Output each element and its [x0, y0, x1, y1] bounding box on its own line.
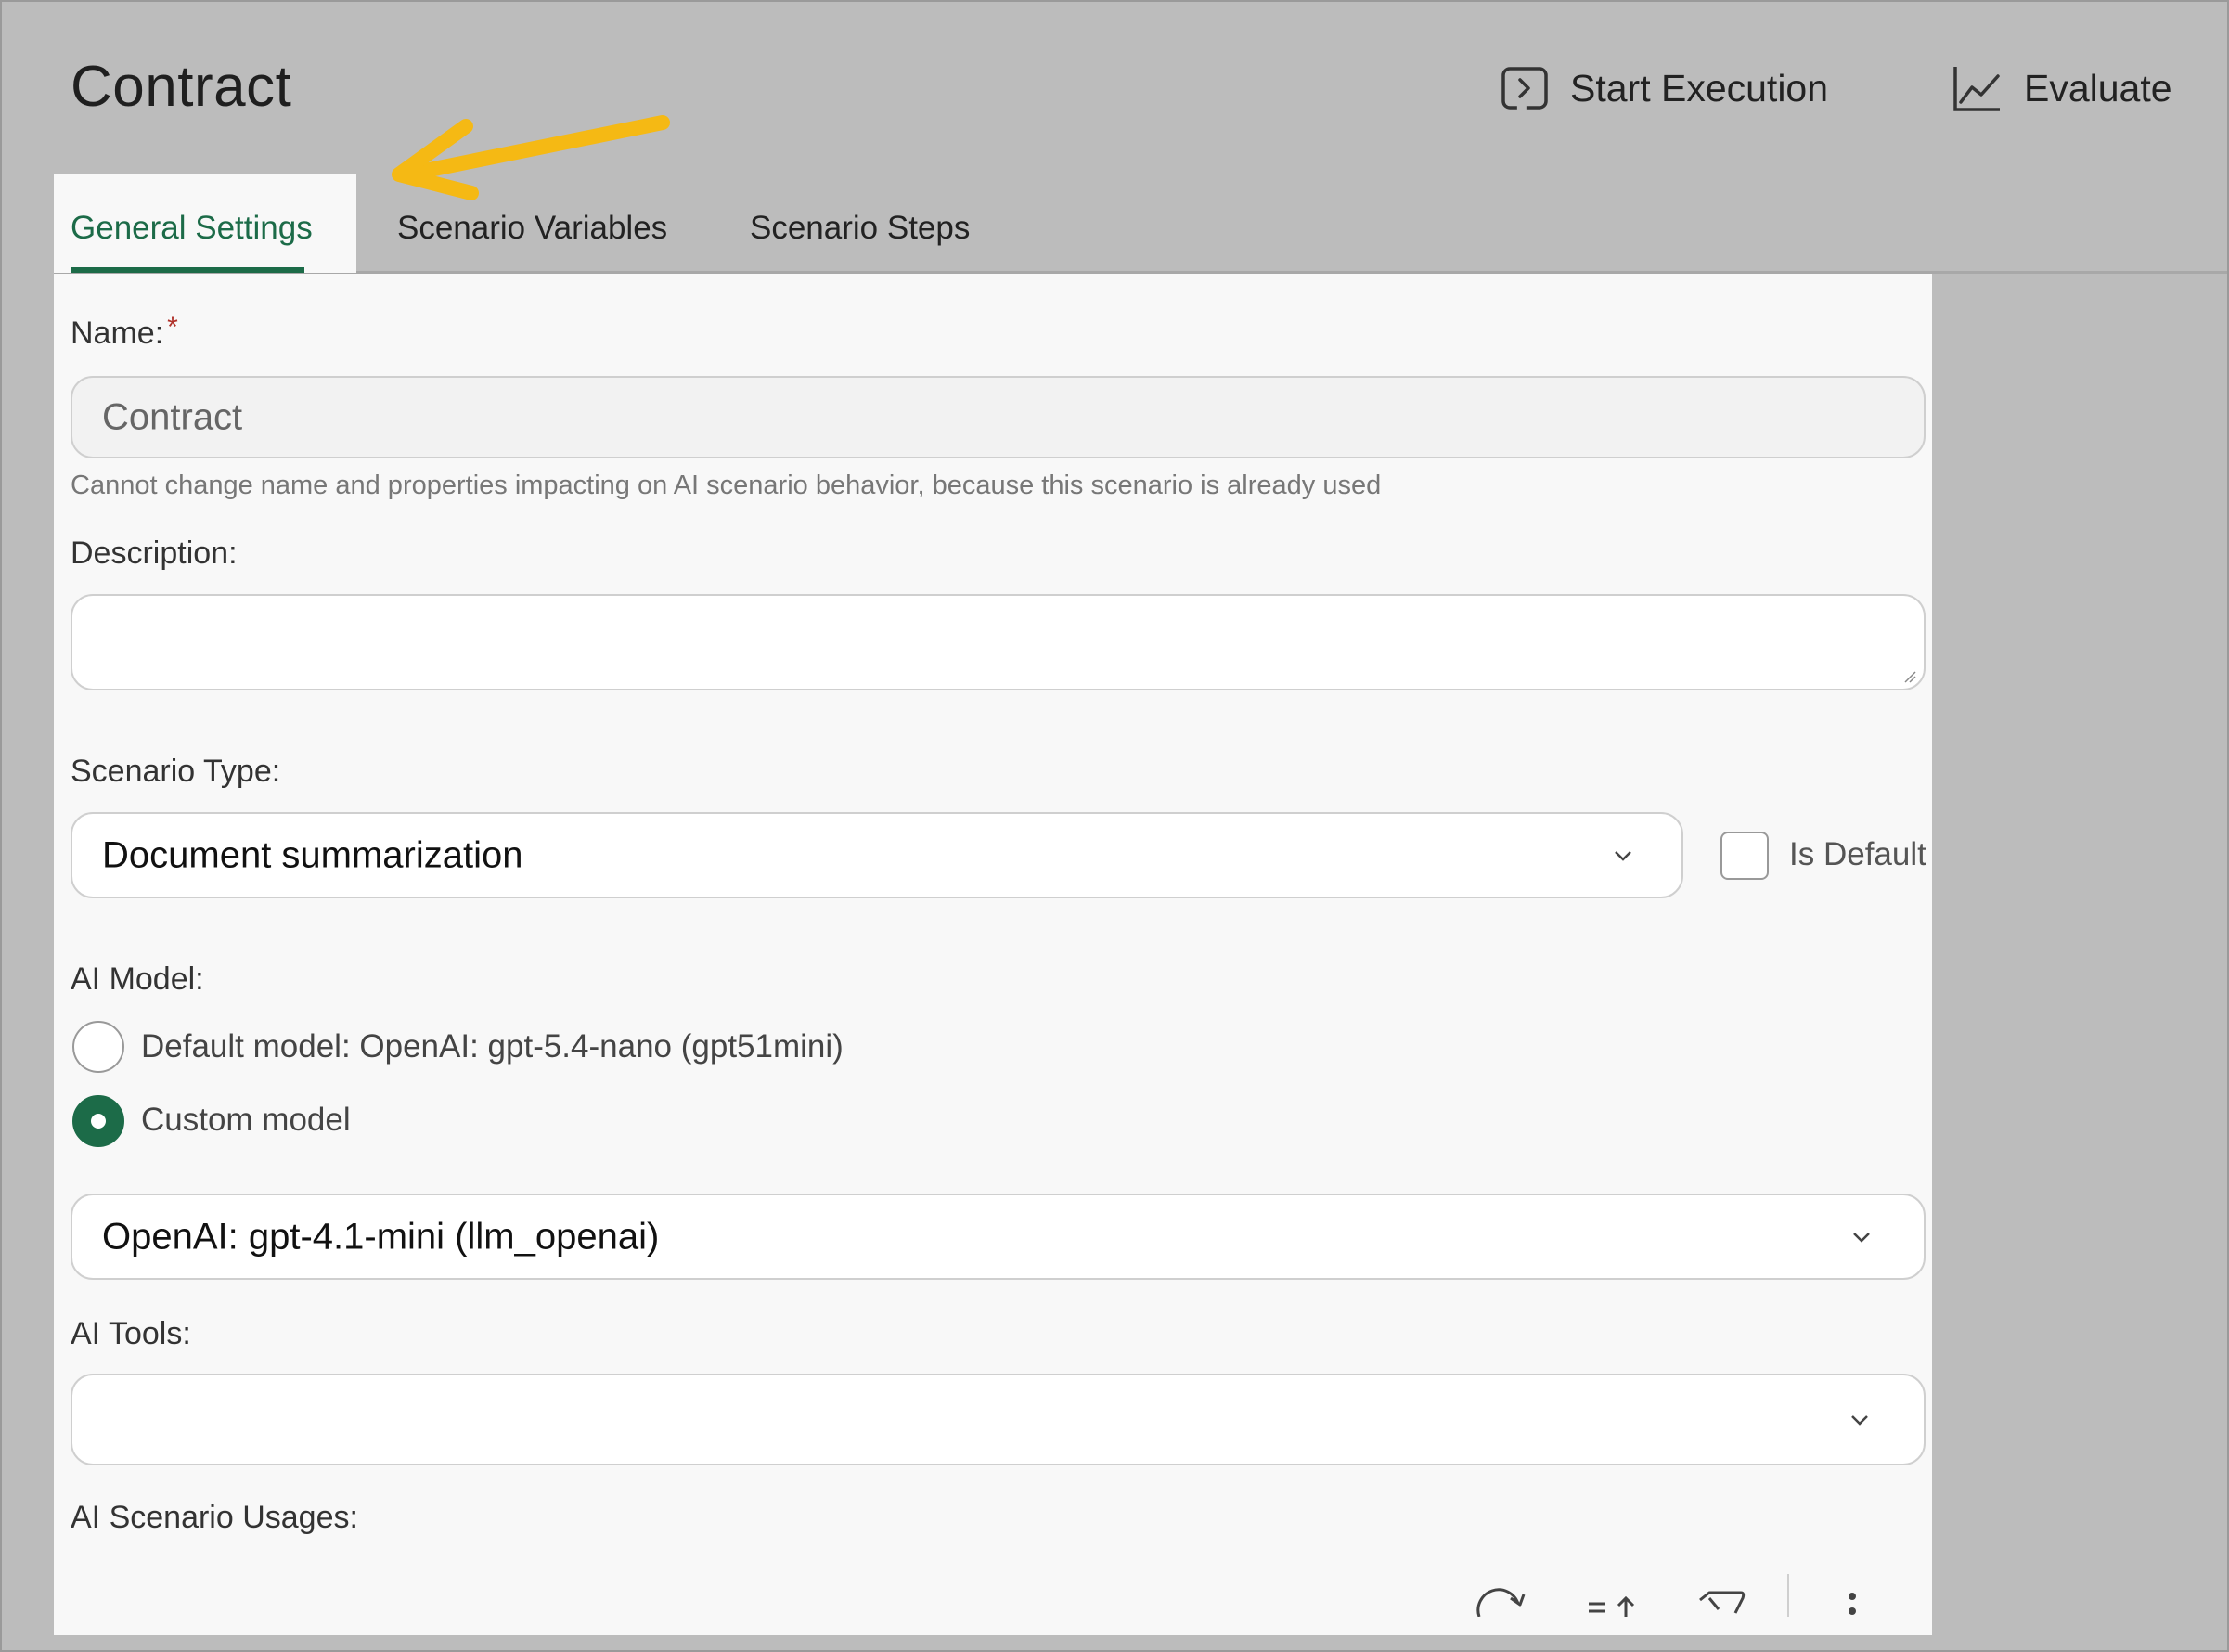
- chevron-down-icon: [1615, 850, 1631, 861]
- custom-model-select[interactable]: OpenAI: gpt-4.1-mini (llm_openai): [71, 1194, 1926, 1280]
- tab-scenario-variables[interactable]: Scenario Variables: [397, 210, 667, 247]
- custom-model-value: OpenAI: gpt-4.1-mini (llm_openai): [102, 1216, 660, 1257]
- ai-tools-select[interactable]: [71, 1374, 1926, 1465]
- scenario-type-label: Scenario Type:: [71, 754, 281, 789]
- toolbar-divider: [1787, 1574, 1789, 1617]
- evaluate-button[interactable]: Evaluate: [1952, 63, 2172, 113]
- name-label: Name: *: [71, 312, 178, 352]
- name-hint: Cannot change name and properties impact…: [71, 471, 1382, 500]
- name-field-value: Contract: [102, 396, 243, 437]
- ai-scenario-usages-label: AI Scenario Usages:: [71, 1500, 358, 1535]
- tab-scenario-steps[interactable]: Scenario Steps: [750, 210, 970, 247]
- scenario-type-select[interactable]: Document summarization: [71, 812, 1683, 898]
- is-default-checkbox[interactable]: [1720, 832, 1769, 880]
- start-execution-button[interactable]: Start Execution: [1500, 63, 1828, 113]
- description-label: Description:: [71, 536, 238, 571]
- name-field[interactable]: Contract: [71, 376, 1926, 458]
- ai-model-label: AI Model:: [71, 962, 204, 997]
- ai-tools-label: AI Tools:: [71, 1316, 191, 1351]
- refresh-icon[interactable]: [1474, 1580, 1529, 1617]
- scenario-type-value: Document summarization: [102, 834, 523, 875]
- active-tab-indicator: [71, 267, 304, 273]
- custom-model-radio[interactable]: [72, 1095, 124, 1147]
- chevron-down-icon: [1853, 1232, 1870, 1243]
- required-mark: *: [167, 312, 178, 342]
- more-vertical-icon[interactable]: [1843, 1580, 1862, 1617]
- line-chart-icon: [1953, 67, 2000, 111]
- is-default-label[interactable]: Is Default: [1789, 836, 1926, 873]
- evaluate-label: Evaluate: [2024, 66, 2172, 110]
- start-execution-icon: [1501, 67, 1548, 110]
- start-execution-label: Start Execution: [1570, 66, 1829, 110]
- default-model-radio[interactable]: [72, 1021, 124, 1073]
- chevron-down-icon: [1851, 1414, 1868, 1426]
- custom-model-option-label[interactable]: Custom model: [141, 1102, 351, 1139]
- tab-general-settings[interactable]: General Settings: [71, 210, 313, 247]
- default-model-option-label[interactable]: Default model: OpenAI: gpt-5.4-nano (gpt…: [141, 1028, 844, 1065]
- annotation-arrow: [392, 115, 670, 200]
- page-title: Contract: [71, 55, 292, 119]
- sort-icon[interactable]: [1585, 1580, 1641, 1617]
- filter-clear-icon[interactable]: [1696, 1580, 1748, 1617]
- resize-handle-icon[interactable]: [1903, 670, 1916, 683]
- description-textarea[interactable]: [71, 594, 1926, 690]
- name-label-text: Name:: [71, 316, 164, 351]
